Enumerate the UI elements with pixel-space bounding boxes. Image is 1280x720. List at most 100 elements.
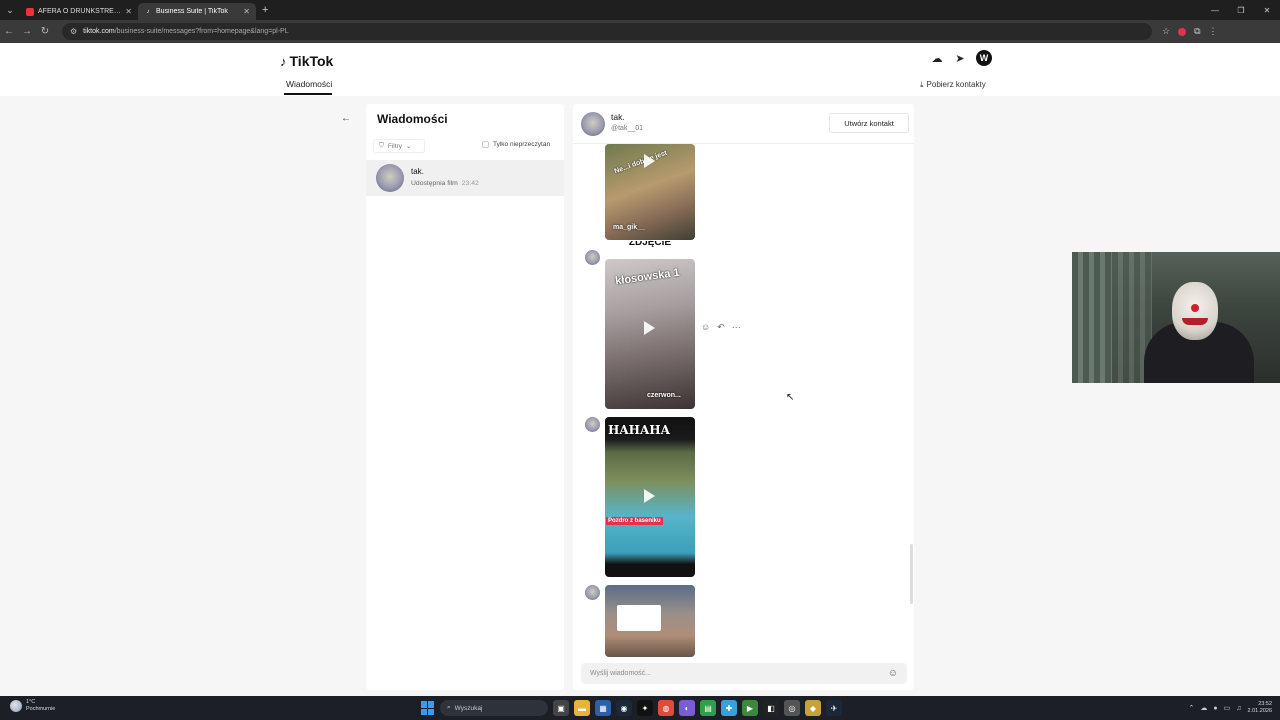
download-contacts-button[interactable]: ⤓ Pobierz kontakty (920, 80, 986, 90)
more-icon[interactable]: ⋯ (732, 322, 741, 333)
app-icon[interactable]: ◎ (784, 700, 800, 716)
taskbar-search[interactable]: ⌕ Wyszukaj (440, 700, 548, 716)
store-icon[interactable]: ▦ (595, 700, 611, 716)
close-tab-icon[interactable]: ✕ (243, 7, 250, 16)
shared-video[interactable]: Ne...i dobrze jest ma_gik__ (605, 144, 695, 240)
send-icon[interactable]: ➤ (953, 51, 967, 65)
weather-desc: Pochmurnie (26, 706, 56, 712)
display-icon[interactable]: ▭ (1224, 704, 1231, 712)
new-tab-button[interactable]: + (262, 4, 268, 16)
shared-video[interactable] (605, 585, 695, 657)
conversation-item[interactable]: tak. Udostępnia film 23:42 (366, 160, 564, 196)
app-icon[interactable]: ✈ (826, 700, 842, 716)
clock-date: 2.01.2026 (1247, 708, 1272, 714)
window-controls: — ❐ ✕ (1202, 0, 1280, 20)
cloud-icon (10, 700, 22, 712)
bookmark-star-icon[interactable]: ☆ (1162, 26, 1170, 37)
message-input[interactable]: Wyślij wiadomość... ☺ (581, 663, 907, 684)
tiktok-logo[interactable]: ♪ TikTok (280, 53, 333, 69)
nav-active-underline (284, 93, 332, 95)
video-caption: HAHAHA (608, 423, 670, 437)
extension-icon[interactable] (1178, 27, 1187, 36)
browser-tab-active[interactable]: ♪ Business Suite | TikTok ✕ (138, 3, 256, 20)
tiktok-header: ♪ TikTok Wiadomości ☁ ➤ W ⤓ Pobierz kont… (0, 43, 1280, 96)
extensions-area: ☆ ⧉ ⋮ (1162, 26, 1218, 37)
browser-tab[interactable]: AFERA O DRUNKSTREAM BRU... ✕ (20, 3, 138, 20)
discord-icon[interactable]: ◐ (679, 700, 695, 716)
shared-video[interactable]: HAHAHA Pozdro z baseniku (605, 417, 695, 577)
filter-label: Filtry (387, 142, 402, 150)
play-icon (644, 154, 655, 168)
user-avatar[interactable]: W (976, 50, 992, 66)
file-explorer-icon[interactable]: ▬ (574, 700, 590, 716)
address-bar-row: ← → ↻ ⚙ tiktok.com /business-suite/messa… (0, 20, 1280, 43)
unread-only-toggle[interactable]: Tylko nieprzeczytan (482, 141, 550, 148)
forward-icon[interactable]: → (18, 26, 36, 37)
volume-icon[interactable]: ♫ (1236, 705, 1241, 712)
video-author: ma_gik__ (613, 224, 645, 231)
inbox-title: Wiadomości (377, 112, 448, 126)
browser-tab-bar: ⌄ AFERA O DRUNKSTREAM BRU... ✕ ♪ Busines… (0, 0, 1280, 20)
weather-widget[interactable]: 1°C Pochmurnie (10, 699, 55, 713)
header-actions: ☁ ➤ W (930, 50, 992, 66)
reply-icon[interactable]: ↶ (717, 322, 725, 333)
chevron-up-icon[interactable]: ⌃ (1189, 704, 1195, 712)
conversation-avatar (376, 164, 404, 192)
tiktok-note-icon: ♪ (280, 53, 287, 69)
unread-only-label: Tylko nieprzeczytan (493, 141, 551, 148)
microphone-icon[interactable]: ● (1213, 705, 1217, 712)
chrome-icon[interactable]: ◍ (658, 700, 674, 716)
tab-search-icon[interactable]: ⌄ (0, 0, 20, 20)
cloud-upload-icon[interactable]: ☁ (930, 51, 944, 65)
app-icon[interactable]: ◆ (805, 700, 821, 716)
message-actions: ☺ ↶ ⋯ (701, 322, 741, 333)
back-arrow-icon[interactable]: ← (341, 113, 351, 124)
menu-icon[interactable]: ⋮ (1209, 26, 1218, 37)
tab-title: AFERA O DRUNKSTREAM BRU... (38, 8, 122, 15)
contact-avatar[interactable] (581, 112, 605, 136)
video-strip-text: ZDJĘCIE (628, 241, 672, 248)
media-player-icon[interactable]: ▶ (742, 700, 758, 716)
create-contact-button[interactable]: Utwórz kontakt (829, 113, 909, 133)
filter-button[interactable]: ⛉ Filtry ⌄ (373, 139, 425, 153)
url-field[interactable]: ⚙ tiktok.com /business-suite/messages?fr… (62, 23, 1152, 40)
video-sticker: Pozdro z baseniku (606, 517, 663, 525)
video-caption: kłosowska 1 (614, 266, 681, 288)
tab-title: Business Suite | TikTok (156, 8, 228, 15)
chat-panel: tak. @tak__01 Utwórz kontakt Ne...i dobr… (573, 104, 914, 690)
minimize-icon[interactable]: — (1202, 0, 1228, 20)
network-icon[interactable]: ☁ (1200, 704, 1207, 712)
url-host: tiktok.com (83, 28, 115, 35)
unread-checkbox[interactable] (482, 141, 489, 148)
scrollbar[interactable] (910, 544, 913, 604)
download-contacts-label: Pobierz kontakty (926, 80, 986, 89)
app-icon[interactable]: ✦ (637, 700, 653, 716)
steam-icon[interactable]: ◉ (616, 700, 632, 716)
message-avatar (585, 250, 600, 265)
reload-icon[interactable]: ↻ (36, 26, 54, 37)
emoji-icon[interactable]: ☺ (888, 668, 898, 679)
editor-icon[interactable]: ◧ (763, 700, 779, 716)
play-icon (644, 489, 655, 503)
clock-time: 23:52 (1258, 701, 1272, 707)
back-icon[interactable]: ← (0, 26, 18, 37)
task-view-icon[interactable]: ▣ (553, 700, 569, 716)
maximize-icon[interactable]: ❐ (1228, 0, 1254, 20)
system-tray: ⌃ ☁ ● ▭ ♫ 23:52 2.01.2026 (1189, 698, 1272, 718)
taskbar-apps: ⌕ Wyszukaj ▣ ▬ ▦ ◉ ✦ ◍ ◐ ▤ ✚ ▶ ◧ ◎ ◆ ✈ (421, 698, 842, 718)
chat-header: tak. @tak__01 Utwórz kontakt (573, 104, 914, 144)
nav-messages[interactable]: Wiadomości (286, 79, 332, 89)
chevron-down-icon: ⌄ (405, 143, 412, 150)
shared-video[interactable]: kłosowska 1 czerwon... (605, 259, 695, 409)
spreadsheet-icon[interactable]: ▤ (700, 700, 716, 716)
site-info-icon[interactable]: ⚙ (70, 27, 77, 36)
settings-icon[interactable]: ✚ (721, 700, 737, 716)
windows-start-icon[interactable] (421, 701, 435, 715)
close-window-icon[interactable]: ✕ (1254, 0, 1280, 20)
react-icon[interactable]: ☺ (701, 322, 710, 333)
puzzle-icon[interactable]: ⧉ (1194, 26, 1200, 37)
contact-handle: @tak__01 (611, 125, 644, 132)
close-tab-icon[interactable]: ✕ (125, 7, 132, 16)
clown-nose (1191, 304, 1199, 312)
clock[interactable]: 23:52 2.01.2026 (1248, 701, 1272, 715)
